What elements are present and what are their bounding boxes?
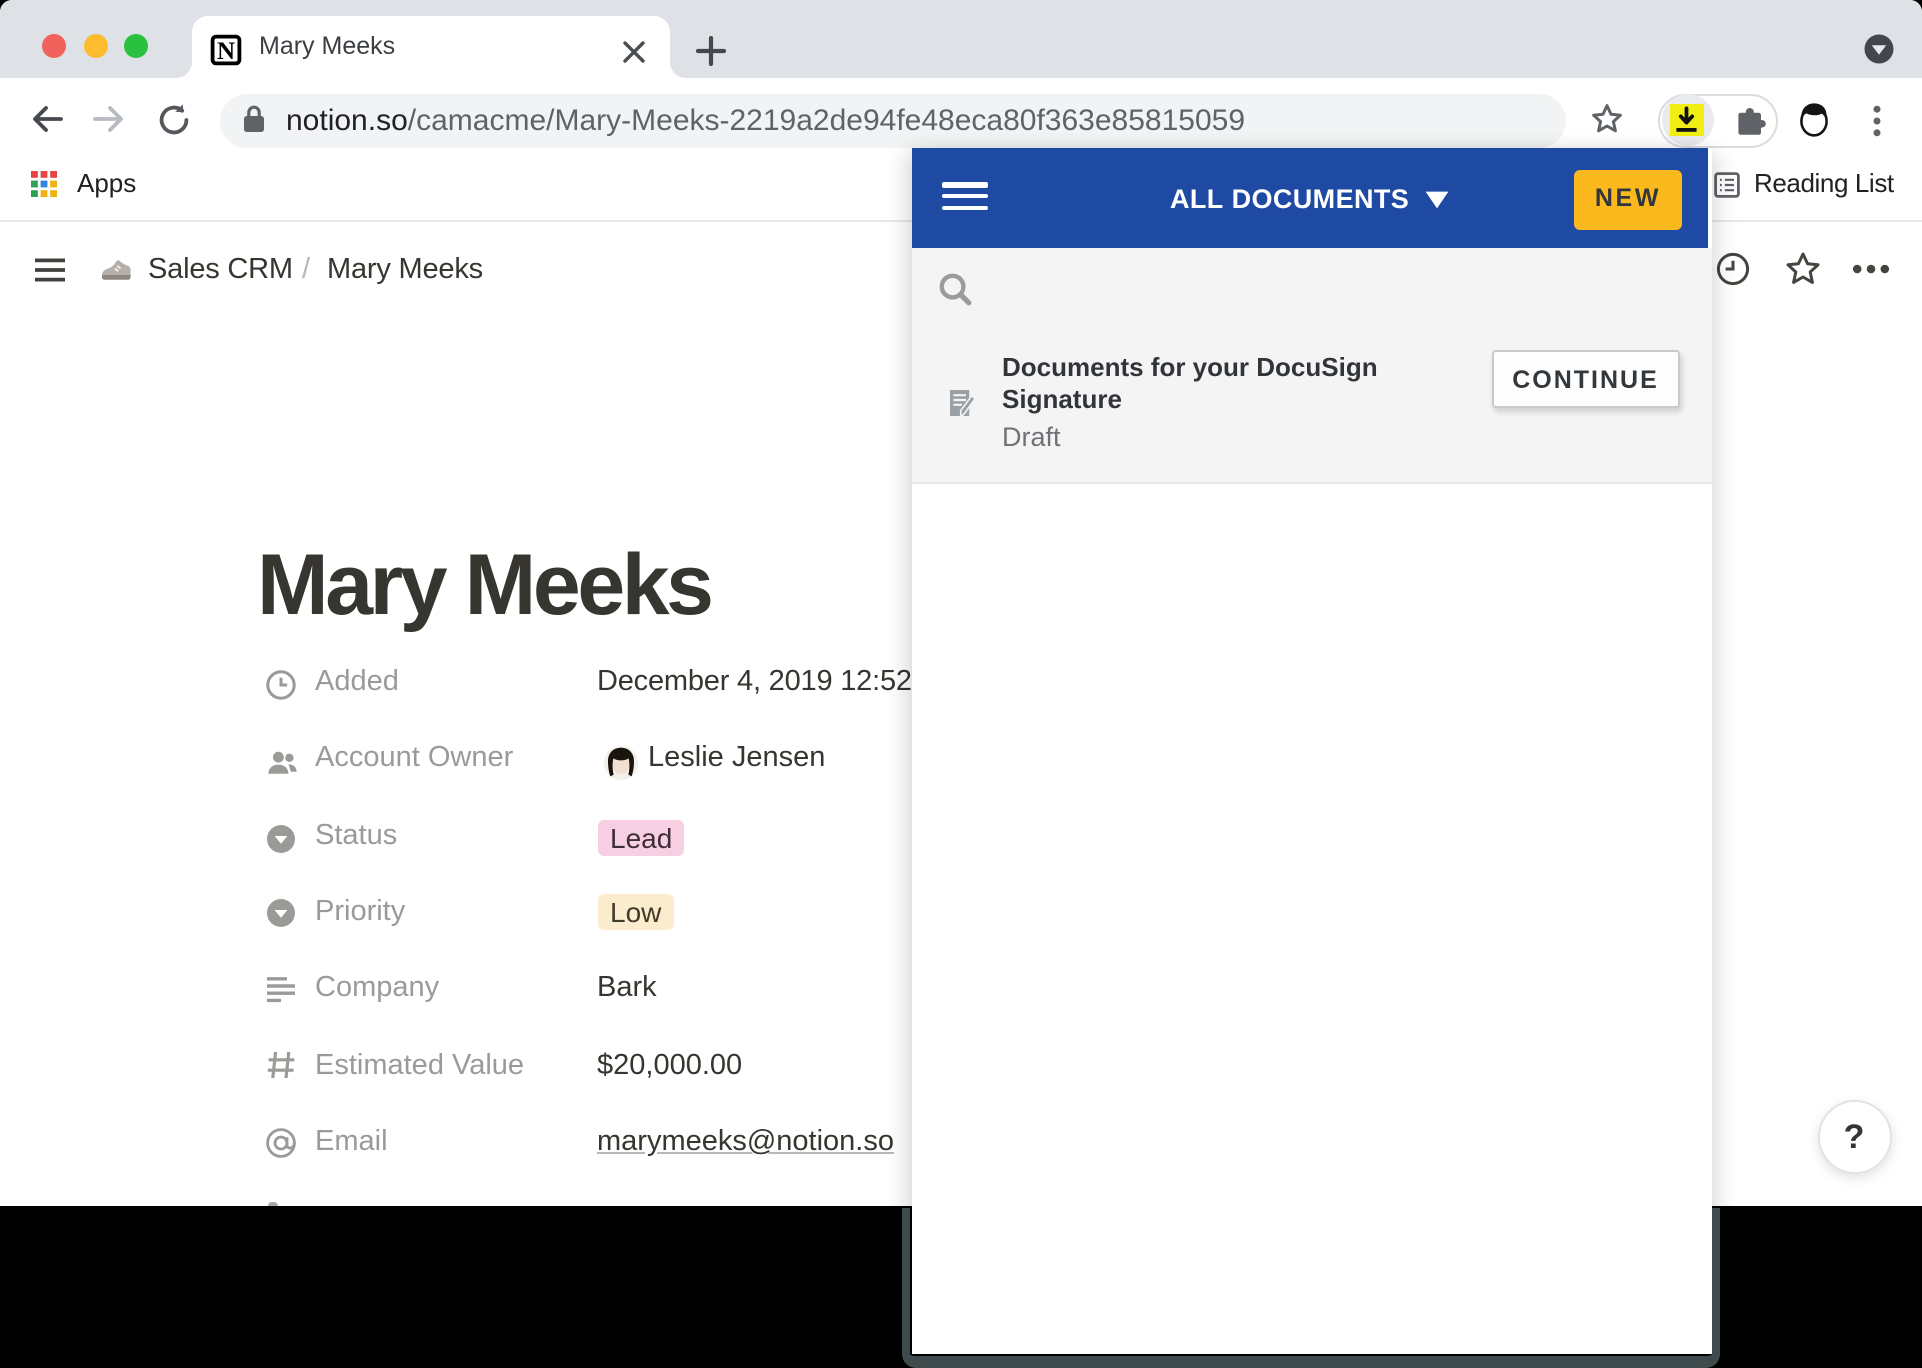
svg-text:N: N [217, 37, 235, 64]
